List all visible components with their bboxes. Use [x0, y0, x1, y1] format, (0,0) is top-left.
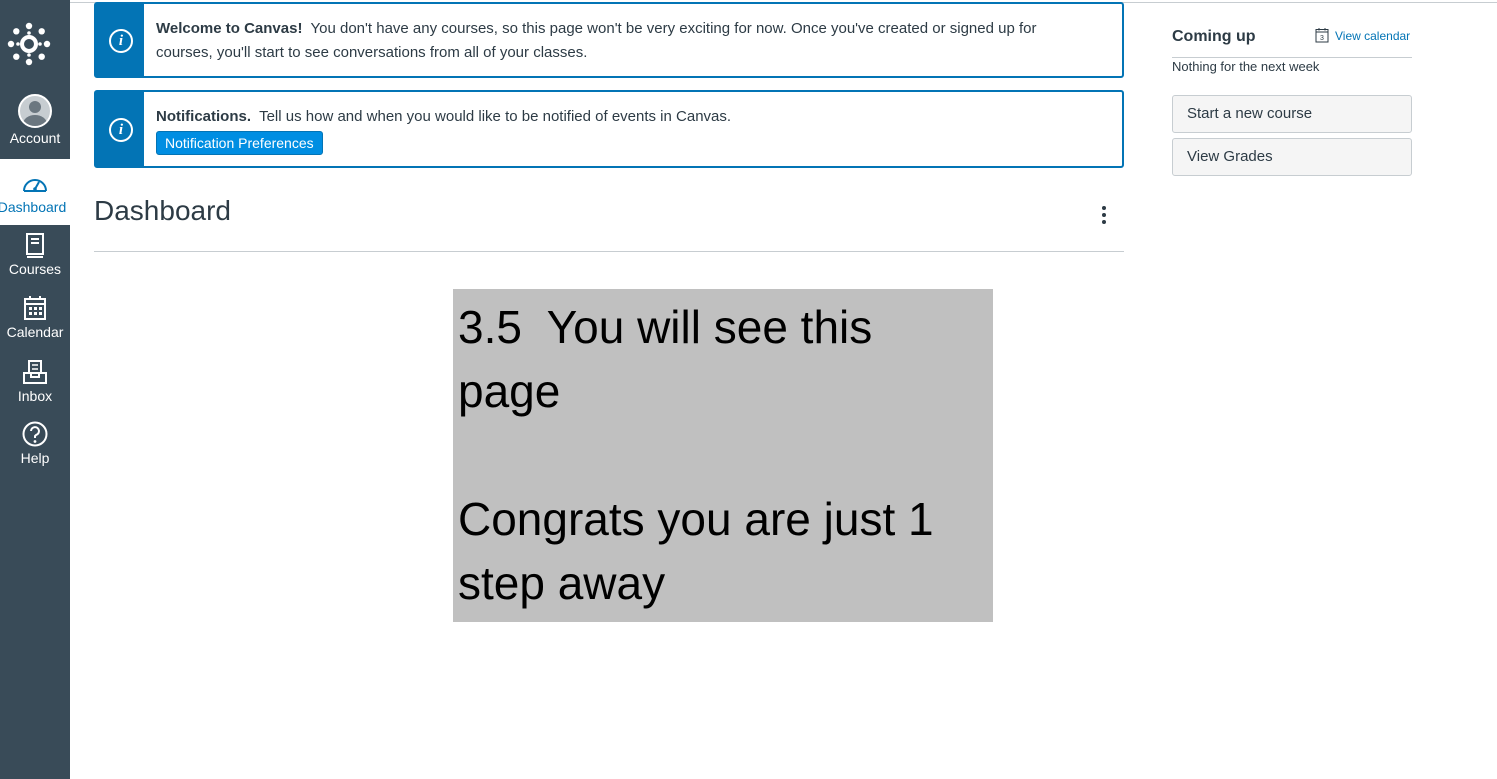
nav-item-label: Account: [9, 130, 61, 146]
coming-up-divider: [1172, 57, 1412, 58]
nav-item-dashboard[interactable]: Dashboard: [0, 159, 70, 225]
canvas-logo-icon[interactable]: [7, 22, 51, 66]
account-avatar-icon: [18, 94, 52, 128]
help-circle-icon: [22, 421, 48, 447]
nav-item-label: Courses: [8, 261, 62, 277]
calendar-small-icon: 3: [1315, 28, 1329, 43]
notifications-alert: i Notifications. Tell us how and when yo…: [94, 90, 1124, 168]
view-calendar-label: View calendar: [1335, 29, 1411, 43]
notification-preferences-button[interactable]: Notification Preferences: [156, 131, 323, 155]
nav-item-account[interactable]: Account: [0, 94, 70, 154]
dashboard-gauge-icon: [23, 179, 47, 192]
inbox-icon: [23, 360, 47, 384]
start-new-course-button[interactable]: Start a new course: [1172, 95, 1412, 133]
info-icon: i: [109, 118, 133, 142]
instruction-overlay: 3.5 You will see this page Congrats you …: [453, 289, 993, 622]
calendar-day-number: 3: [1320, 35, 1324, 42]
alert-title: Notifications.: [156, 108, 252, 125]
alert-side-bar: i: [96, 4, 144, 76]
courses-book-icon: [26, 233, 44, 258]
nav-item-label: Help: [20, 450, 50, 466]
calendar-icon: [24, 296, 46, 320]
overlay-line-1: 3.5 You will see this page: [458, 301, 886, 417]
alert-content: Notifications. Tell us how and when you …: [156, 105, 1092, 156]
header-divider: [94, 251, 1124, 252]
alert-side-bar: i: [96, 92, 144, 166]
welcome-alert: i Welcome to Canvas! You don't have any …: [94, 2, 1124, 78]
view-calendar-link[interactable]: 3 View calendar: [1315, 27, 1410, 43]
nav-item-label: Calendar: [6, 324, 64, 340]
coming-up-empty-message: Nothing for the next week: [1172, 59, 1320, 74]
info-icon: i: [109, 29, 133, 53]
overlay-line-2: Congrats you are just 1 step away: [458, 493, 934, 609]
global-nav: Account Dashboard Courses Calendar Inbox…: [0, 0, 70, 779]
alert-message: Tell us how and when you would like to b…: [259, 108, 732, 125]
nav-item-help[interactable]: Help: [0, 420, 70, 480]
nav-item-label: Dashboard: [0, 199, 67, 215]
nav-item-courses[interactable]: Courses: [0, 231, 70, 291]
dashboard-options-kebab-icon[interactable]: [1096, 206, 1112, 228]
nav-item-inbox[interactable]: Inbox: [0, 358, 70, 418]
nav-item-label: Inbox: [17, 388, 53, 404]
nav-item-calendar[interactable]: Calendar: [0, 294, 70, 354]
coming-up-title: Coming up: [1172, 28, 1256, 45]
alert-title: Welcome to Canvas!: [156, 20, 303, 37]
page-title: Dashboard: [94, 195, 231, 226]
alert-content: Welcome to Canvas! You don't have any co…: [156, 17, 1092, 65]
view-grades-button[interactable]: View Grades: [1172, 138, 1412, 176]
